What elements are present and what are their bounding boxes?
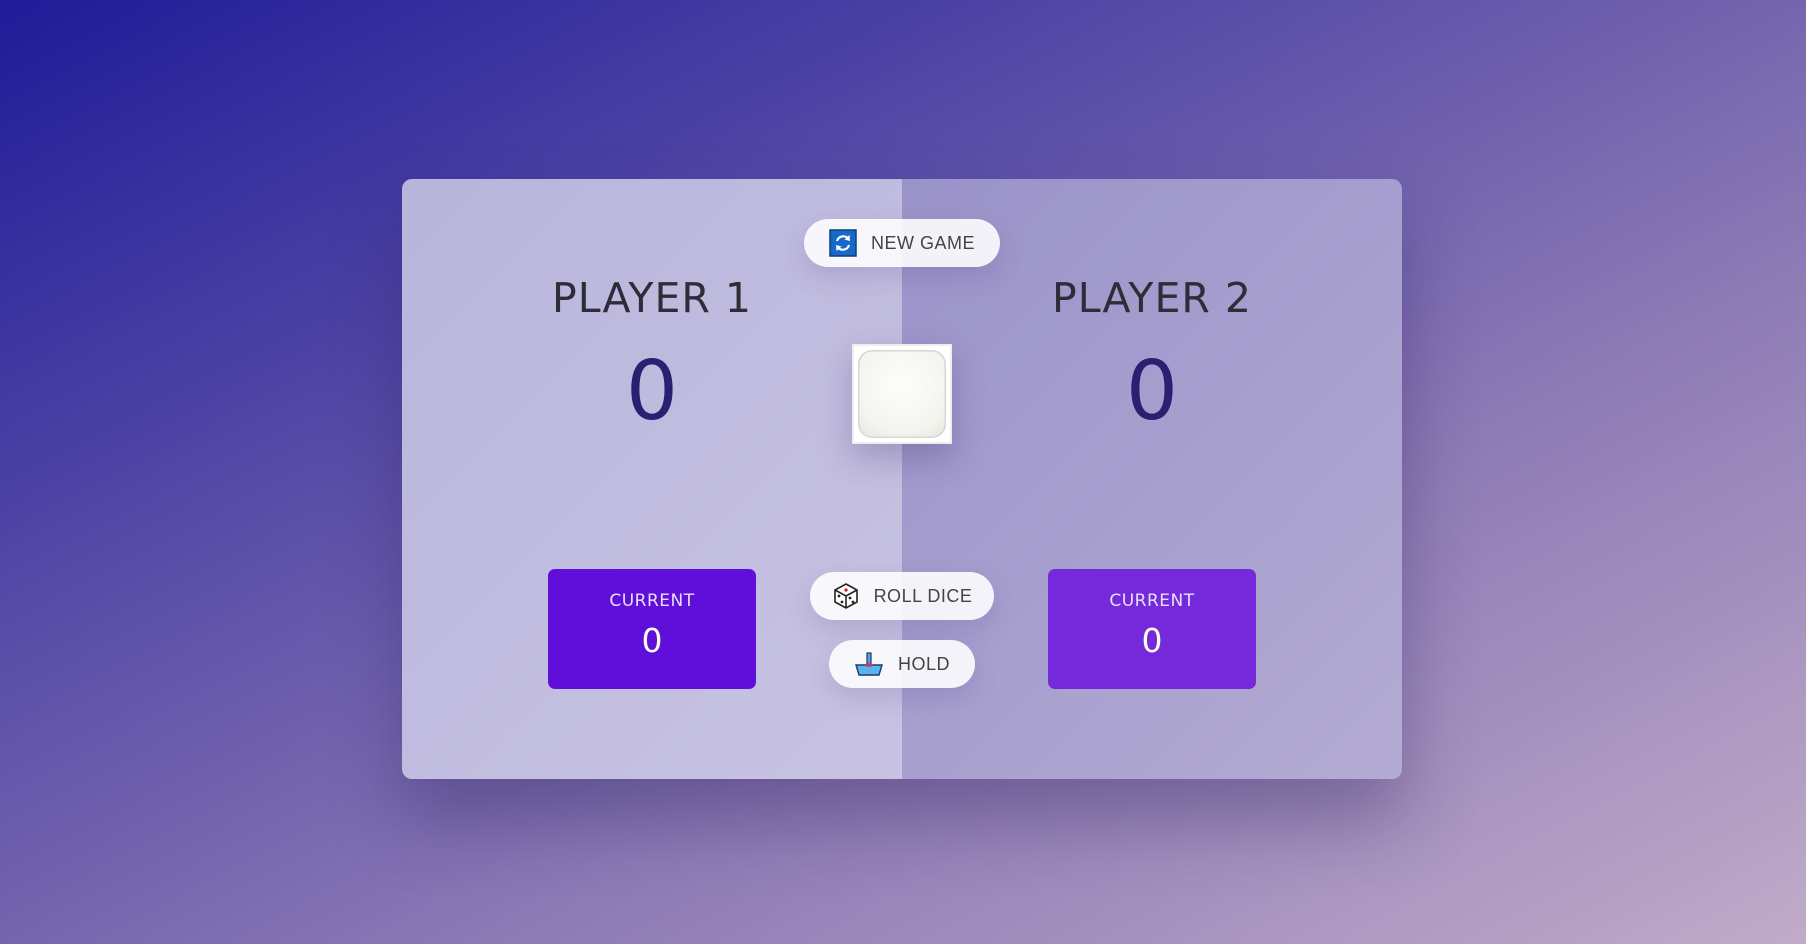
player-2-name: PLAYER 2 [1052, 274, 1252, 322]
player-1-panel: PLAYER 1 0 CURRENT 0 [402, 179, 902, 779]
player-1-name: PLAYER 1 [552, 274, 752, 322]
player-1-current-box: CURRENT 0 [548, 569, 756, 689]
player-2-current-score: 0 [1141, 621, 1163, 660]
player-2-total-score: 0 [1125, 344, 1179, 439]
hold-button[interactable]: HOLD [829, 640, 975, 688]
roll-dice-label: ROLL DICE [873, 585, 973, 606]
dice-image [852, 344, 952, 444]
dice-face [858, 350, 946, 438]
new-game-label: NEW GAME [870, 232, 975, 253]
player-2-current-label: CURRENT [1109, 591, 1195, 611]
roll-dice-button[interactable]: ROLL DICE [810, 572, 994, 620]
new-game-button[interactable]: NEW GAME [804, 219, 1000, 267]
player-1-current-label: CURRENT [609, 591, 695, 611]
dice-icon [832, 582, 860, 610]
hold-icon [854, 651, 884, 677]
hold-label: HOLD [897, 653, 950, 674]
refresh-icon [829, 229, 857, 257]
player-2-current-box: CURRENT 0 [1048, 569, 1256, 689]
player-2-panel: PLAYER 2 0 CURRENT 0 [902, 179, 1402, 779]
player-1-total-score: 0 [625, 344, 679, 439]
game-board: PLAYER 1 0 CURRENT 0 PLAYER 2 0 CURRENT … [402, 179, 1402, 779]
player-1-current-score: 0 [641, 621, 663, 660]
